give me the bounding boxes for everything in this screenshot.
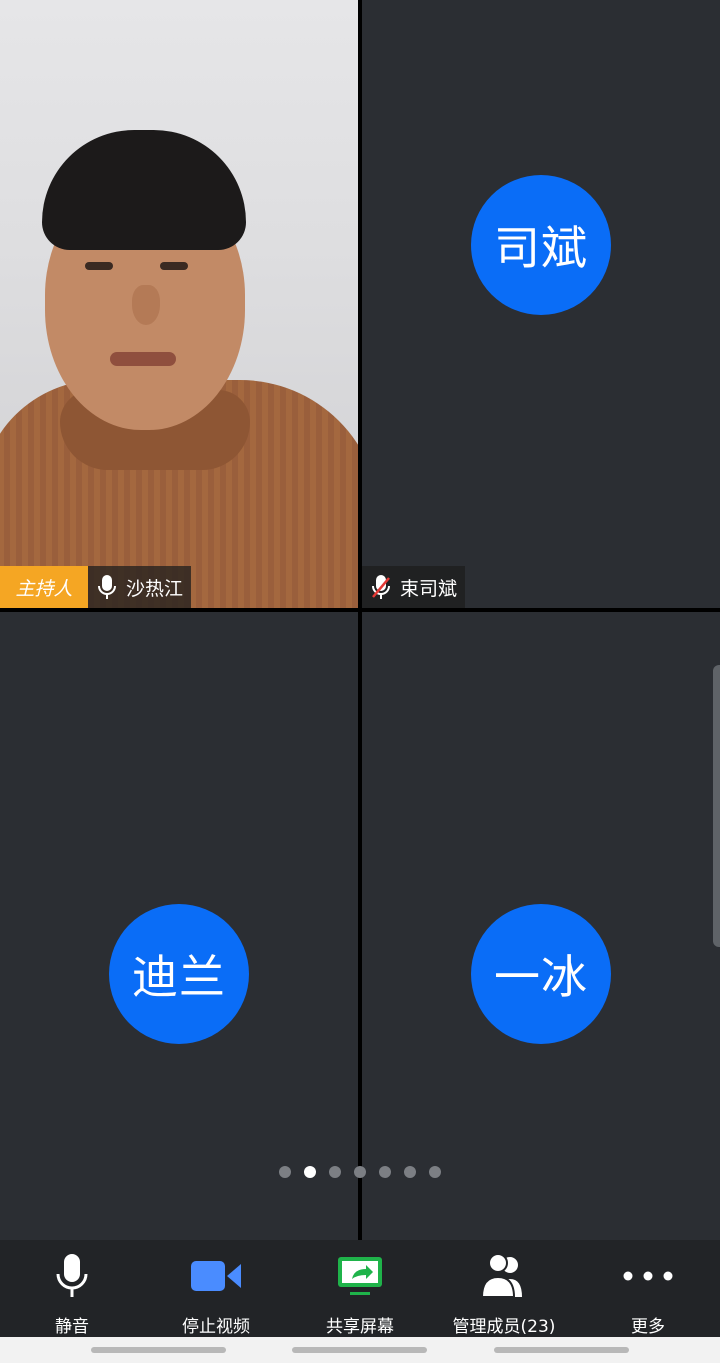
side-drawer-handle[interactable] <box>713 665 720 947</box>
nav-back-pill[interactable] <box>91 1347 226 1353</box>
manage-members-button[interactable]: 管理成员(23) <box>432 1240 576 1337</box>
participant-avatar: 司斌 <box>471 175 611 315</box>
share-screen-icon <box>338 1257 382 1295</box>
mute-button[interactable]: 静音 <box>0 1240 144 1337</box>
nav-recent-pill[interactable] <box>494 1347 629 1353</box>
participant-avatar: 一冰 <box>471 904 611 1044</box>
participant-name: 束司斌 <box>400 577 458 600</box>
more-dots-icon <box>623 1271 673 1281</box>
page-dot[interactable] <box>304 1166 316 1178</box>
more-button[interactable]: 更多 <box>576 1240 720 1337</box>
page-dot[interactable] <box>429 1166 441 1178</box>
nav-home-pill[interactable] <box>292 1347 427 1353</box>
participant-video-feed <box>0 0 358 608</box>
microphone-icon <box>56 1254 88 1297</box>
participant-nametag: 束司斌 <box>362 566 466 608</box>
stop-video-button[interactable]: 停止视频 <box>144 1240 288 1337</box>
page-indicator[interactable] <box>0 1166 720 1178</box>
stop-video-label: 停止视频 <box>182 1317 250 1337</box>
microphone-muted-icon <box>372 575 390 599</box>
participant-name: 沙热江 <box>126 577 184 600</box>
video-tile-host[interactable]: 主持人 沙热江 <box>0 0 358 608</box>
mute-label: 静音 <box>55 1317 89 1337</box>
share-screen-label: 共享屏幕 <box>326 1317 394 1337</box>
participant-avatar: 迪兰 <box>109 904 249 1044</box>
meeting-toolbar: 静音 停止视频 共享屏幕 管理成员(23) 更多 <box>0 1240 720 1337</box>
more-label: 更多 <box>631 1317 665 1337</box>
page-dot[interactable] <box>354 1166 366 1178</box>
page-dot[interactable] <box>279 1166 291 1178</box>
host-badge: 主持人 <box>0 566 88 608</box>
participant-nametag: 沙热江 <box>88 566 192 608</box>
page-dot[interactable] <box>404 1166 416 1178</box>
page-dot[interactable] <box>379 1166 391 1178</box>
video-tile-participant[interactable]: 一冰 <box>362 612 720 1240</box>
system-navigation-bar <box>0 1337 720 1363</box>
manage-members-label: 管理成员(23) <box>452 1317 556 1337</box>
microphone-icon <box>98 575 116 599</box>
page-dot[interactable] <box>329 1166 341 1178</box>
video-camera-icon <box>191 1261 241 1291</box>
video-tile-participant[interactable]: 迪兰 <box>0 612 358 1240</box>
video-tile-participant[interactable]: 司斌 束司斌 <box>362 0 720 608</box>
share-screen-button[interactable]: 共享屏幕 <box>288 1240 432 1337</box>
members-icon <box>480 1253 522 1298</box>
